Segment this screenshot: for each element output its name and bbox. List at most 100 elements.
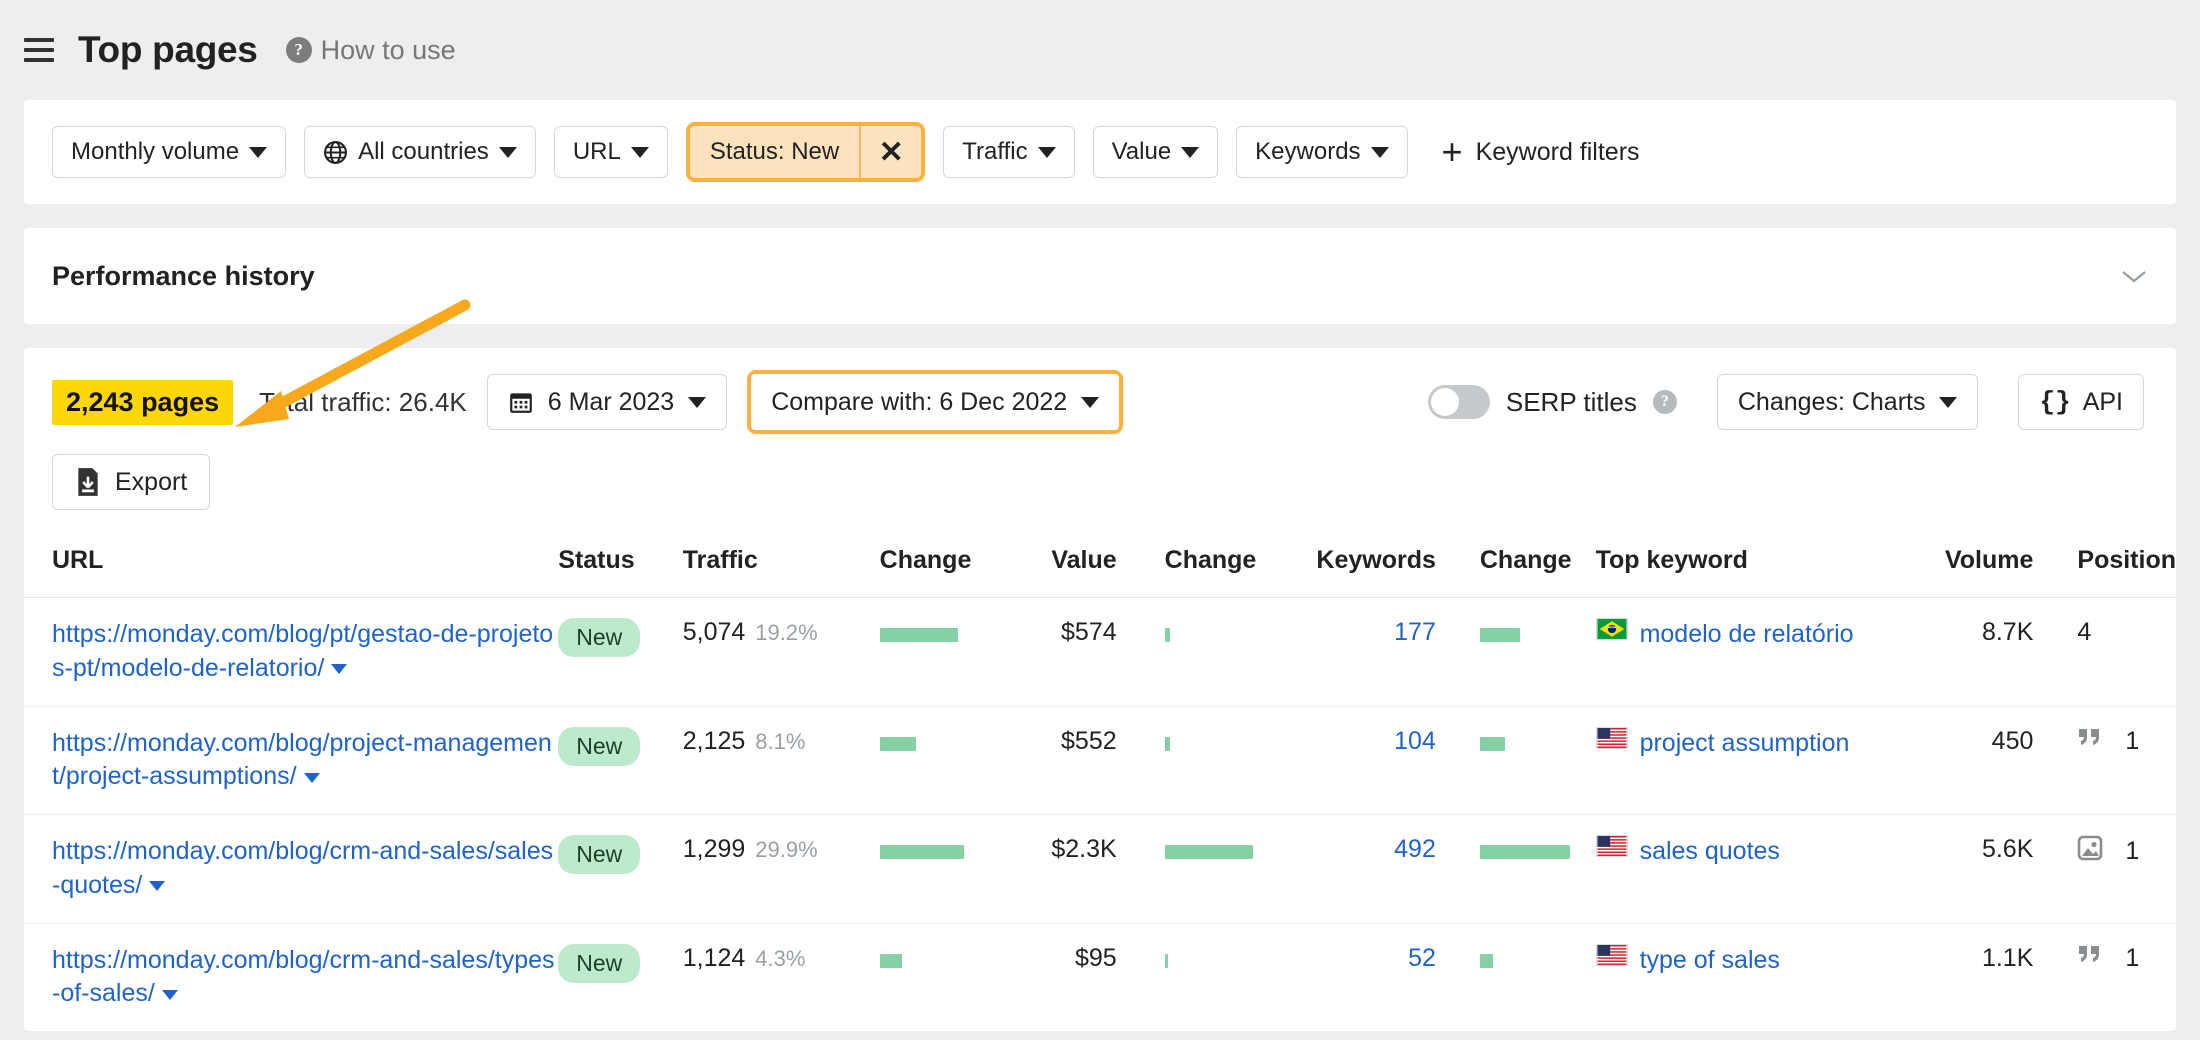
status-cell: New [558, 923, 682, 1031]
keywords-count-link[interactable]: 52 [1408, 944, 1436, 972]
volume-cell: 5.6K [1894, 815, 2033, 924]
export-row: Export [24, 434, 2176, 510]
table-row: https://monday.com/blog/pt/gestao-de-pro… [24, 598, 2176, 707]
status-cell: New [558, 598, 682, 707]
page-url-link[interactable]: https://monday.com/blog/crm-and-sales/ty… [52, 946, 555, 1008]
table-header-row: URL Status Traffic Change Value Change K… [24, 532, 2176, 598]
export-button[interactable]: Export [52, 454, 210, 510]
position-value: 1 [2125, 944, 2139, 973]
featured-snippet-icon[interactable] [2077, 944, 2103, 973]
top-keyword-cell: sales quotes [1596, 815, 1894, 924]
flag-us-icon [1596, 727, 1628, 749]
col-value-change[interactable]: Change [1117, 532, 1277, 598]
traffic-cell: 1,1244.3% [683, 923, 818, 1031]
filter-label: Traffic [962, 138, 1027, 166]
keywords-count-link[interactable]: 104 [1394, 727, 1436, 755]
changes-view-button[interactable]: Changes: Charts [1717, 374, 1979, 430]
chevron-down-icon [631, 147, 649, 158]
flag-br-icon [1596, 618, 1628, 640]
url-cell: https://monday.com/blog/project-manageme… [24, 706, 558, 815]
value-change-cell [1117, 923, 1277, 1031]
chevron-down-icon [1939, 397, 1957, 408]
keywords-count-link[interactable]: 177 [1394, 618, 1436, 646]
keywords-change-cell [1436, 706, 1596, 815]
value-cell: $2.3K [997, 815, 1116, 924]
featured-snippet-icon[interactable] [2077, 727, 2103, 756]
value-change-bar [1165, 628, 1170, 642]
question-mark-icon: ? [286, 37, 312, 63]
how-to-use-link[interactable]: ? How to use [286, 35, 456, 66]
traffic-value: 2,125 [683, 727, 746, 755]
value-change-cell [1117, 598, 1277, 707]
performance-history-title: Performance history [52, 261, 315, 292]
add-keyword-filters-button[interactable]: + Keyword filters [1442, 134, 1640, 170]
col-position[interactable]: Position [2033, 532, 2176, 598]
status-filter-label: Status: New [710, 138, 839, 166]
results-toolbar: 2,243 pages Total traffic: 26.4K 6 Mar 2… [24, 370, 2176, 434]
filter-value[interactable]: Value [1093, 126, 1219, 178]
filter-monthly-volume[interactable]: Monthly volume [52, 126, 286, 178]
chevron-down-icon[interactable] [2120, 268, 2148, 284]
question-mark-icon[interactable]: ? [1653, 390, 1677, 414]
traffic-change-bar [880, 628, 958, 642]
performance-history-section[interactable]: Performance history [24, 228, 2176, 324]
traffic-cell: 1,29929.9% [683, 815, 818, 924]
page-url-link[interactable]: https://monday.com/blog/crm-and-sales/sa… [52, 837, 553, 899]
value-change-cell [1117, 706, 1277, 815]
image-pack-icon[interactable] [2077, 835, 2103, 868]
filter-keywords[interactable]: Keywords [1236, 126, 1407, 178]
filter-url[interactable]: URL [554, 126, 668, 178]
page-url-link[interactable]: https://monday.com/blog/pt/gestao-de-pro… [52, 620, 553, 682]
status-filter-chip[interactable]: Status: New [690, 126, 859, 178]
chevron-down-icon[interactable] [304, 773, 320, 783]
chevron-down-icon[interactable] [331, 664, 347, 674]
keywords-cell: 104 [1276, 706, 1435, 815]
chevron-down-icon[interactable] [162, 990, 178, 1000]
api-button[interactable]: {} API [2018, 374, 2144, 430]
page-url-link[interactable]: https://monday.com/blog/project-manageme… [52, 729, 552, 791]
col-volume[interactable]: Volume [1894, 532, 2033, 598]
top-keyword-link[interactable]: type of sales [1640, 944, 1780, 978]
top-keyword-link[interactable]: sales quotes [1640, 835, 1780, 869]
col-status[interactable]: Status [558, 532, 682, 598]
traffic-value: 5,074 [683, 618, 746, 646]
position-cell: 1 [2033, 923, 2176, 1031]
date-picker-button[interactable]: 6 Mar 2023 [487, 374, 727, 430]
traffic-value: 1,299 [683, 835, 746, 863]
chevron-down-icon[interactable] [149, 881, 165, 891]
top-keyword-link[interactable]: project assumption [1640, 727, 1850, 761]
col-top-keyword[interactable]: Top keyword [1596, 532, 1894, 598]
filter-all-countries[interactable]: All countries [304, 126, 536, 178]
plus-icon: + [1442, 134, 1463, 170]
chevron-down-icon [688, 397, 706, 408]
status-badge: New [558, 727, 640, 766]
table-row: https://monday.com/blog/project-manageme… [24, 706, 2176, 815]
calendar-icon [508, 389, 534, 415]
top-keyword-link[interactable]: modelo de relatório [1640, 618, 1854, 652]
col-value[interactable]: Value [997, 532, 1116, 598]
col-keywords-change[interactable]: Change [1436, 532, 1596, 598]
status-cell: New [558, 815, 682, 924]
table-row: https://monday.com/blog/crm-and-sales/sa… [24, 815, 2176, 924]
col-traffic[interactable]: Traffic [683, 532, 818, 598]
keywords-change-bar [1480, 845, 1570, 859]
col-traffic-change[interactable]: Change [818, 532, 998, 598]
col-keywords[interactable]: Keywords [1276, 532, 1435, 598]
keywords-count-link[interactable]: 492 [1394, 835, 1436, 863]
status-cell: New [558, 706, 682, 815]
value-cell: $95 [997, 923, 1116, 1031]
position-cell: 1 [2033, 706, 2176, 815]
close-x-icon[interactable]: ✕ [859, 126, 921, 178]
url-cell: https://monday.com/blog/crm-and-sales/ty… [24, 923, 558, 1031]
hamburger-menu-icon[interactable] [24, 38, 54, 62]
top-pages-panel: 2,243 pages Total traffic: 26.4K 6 Mar 2… [24, 348, 2176, 1031]
compare-date-button[interactable]: Compare with: 6 Dec 2022 [751, 374, 1119, 430]
serp-titles-toggle[interactable] [1428, 385, 1490, 419]
flag-us-icon [1596, 835, 1628, 857]
chevron-down-icon [499, 147, 517, 158]
filter-traffic[interactable]: Traffic [943, 126, 1074, 178]
col-url[interactable]: URL [24, 532, 558, 598]
pages-count-badge: 2,243 pages [52, 380, 233, 425]
keywords-change-bar [1480, 628, 1520, 642]
url-cell: https://monday.com/blog/crm-and-sales/sa… [24, 815, 558, 924]
